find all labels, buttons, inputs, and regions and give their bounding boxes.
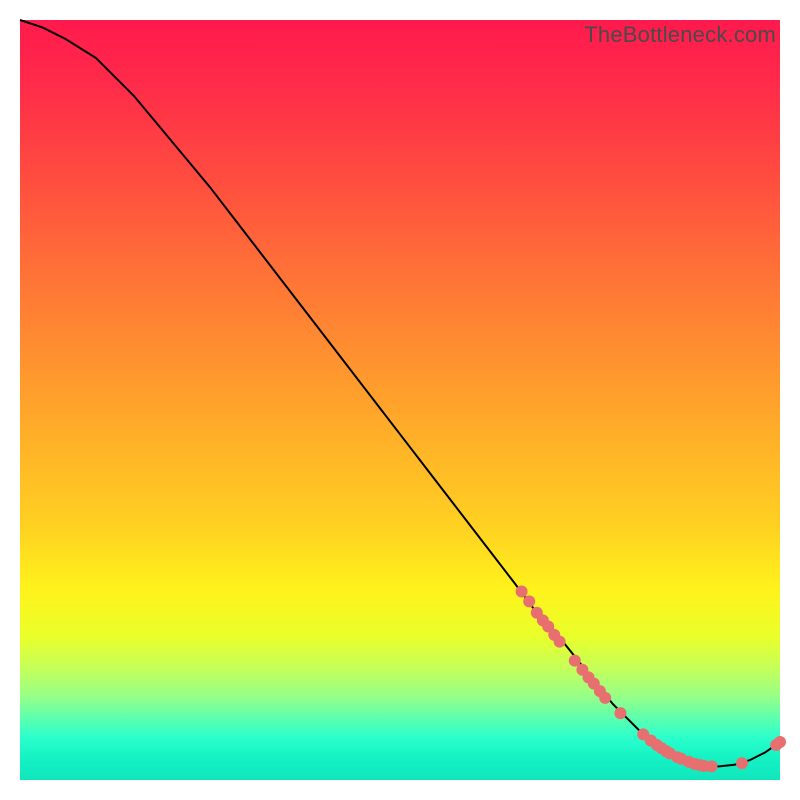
chart-svg — [20, 20, 780, 780]
data-point-group — [516, 586, 786, 773]
data-point — [516, 586, 528, 598]
data-point — [554, 636, 566, 648]
data-point — [523, 595, 535, 607]
data-point — [736, 757, 748, 769]
chart-container: TheBottleneck.com — [0, 0, 800, 800]
data-point — [614, 707, 626, 719]
plot-area: TheBottleneck.com — [20, 20, 780, 780]
bottleneck-curve — [20, 20, 780, 766]
data-point — [706, 760, 718, 772]
data-point — [599, 692, 611, 704]
data-point — [774, 736, 786, 748]
